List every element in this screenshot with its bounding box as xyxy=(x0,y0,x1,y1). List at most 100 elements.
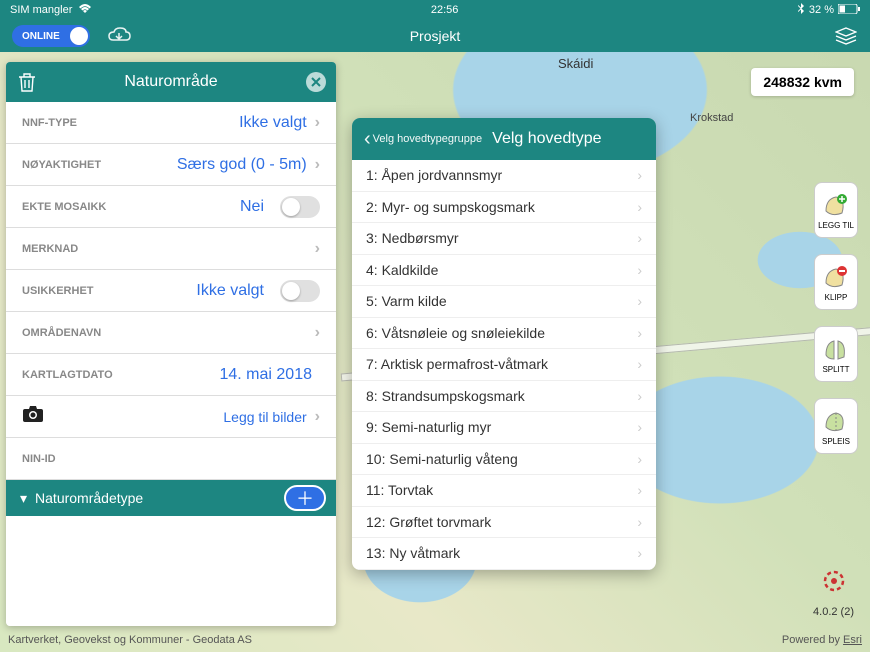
section-naturomradetype[interactable]: ▾ Naturområdetype ＋ xyxy=(6,480,336,516)
row-value: Legg til bilder xyxy=(223,409,306,425)
chevron-down-icon: ▾ xyxy=(20,490,27,507)
chevron-right-icon: › xyxy=(637,293,642,309)
row-nin-id[interactable]: NIN-ID xyxy=(6,438,336,480)
row-value: Ikke valgt xyxy=(239,114,307,132)
row-nnf-type[interactable]: NNF-TYPE Ikke valgt › xyxy=(6,102,336,144)
picker-back-label: Velg hovedtypegruppe xyxy=(373,133,482,145)
picker-item[interactable]: 11: Torvtak› xyxy=(352,475,656,507)
camera-icon xyxy=(22,405,44,428)
tool-label: SPLITT xyxy=(822,365,849,374)
cloud-download-button[interactable] xyxy=(104,24,134,48)
picker-back-button[interactable]: ‹ Velg hovedtypegruppe xyxy=(364,129,482,149)
picker-item-label: 3: Nedbørsmyr xyxy=(366,230,459,246)
picker-item[interactable]: 5: Varm kilde › xyxy=(352,286,656,318)
picker-list[interactable]: 1: Åpen jordvannsmyr›2: Myr- og sumpskog… xyxy=(352,160,656,570)
row-label: NNF-TYPE xyxy=(22,117,77,129)
picker-item[interactable]: 7: Arktisk permafrost-våtmark› xyxy=(352,349,656,381)
add-type-button[interactable]: ＋ xyxy=(284,485,326,511)
row-usikkerhet[interactable]: USIKKERHET Ikke valgt xyxy=(6,270,336,312)
picker-item[interactable]: 4: Kaldkilde › xyxy=(352,255,656,287)
picker-item[interactable]: 8: Strandsumpskogsmark› xyxy=(352,381,656,413)
picker-item-label: 6: Våtsnøleie og snøleiekilde xyxy=(366,325,545,341)
row-merknad[interactable]: MERKNAD › xyxy=(6,228,336,270)
tool-label: SPLEIS xyxy=(822,437,850,446)
toggle-knob xyxy=(70,27,88,45)
close-icon[interactable] xyxy=(306,72,326,92)
row-label: MERKNAD xyxy=(22,243,78,255)
row-noyaktighet[interactable]: NØYAKTIGHET Særs god (0 - 5m) › xyxy=(6,144,336,186)
esri-link[interactable]: Esri xyxy=(843,634,862,646)
tool-label: LEGG TIL xyxy=(818,221,854,230)
picker-item[interactable]: 6: Våtsnøleie og snøleiekilde› xyxy=(352,318,656,350)
version-text: 4.0.2 (2) xyxy=(813,606,854,618)
chevron-right-icon: › xyxy=(637,451,642,467)
chevron-right-icon: › xyxy=(637,388,642,404)
picker-item-label: 4: Kaldkilde xyxy=(366,262,438,278)
polygon-add-icon xyxy=(822,191,850,219)
delete-icon[interactable] xyxy=(18,72,36,97)
chevron-right-icon: › xyxy=(637,514,642,530)
picker-item[interactable]: 3: Nedbørsmyr› xyxy=(352,223,656,255)
row-value: Nei xyxy=(240,198,264,216)
row-label: USIKKERHET xyxy=(22,285,94,297)
map-label-krokstad: Krokstad xyxy=(690,112,733,124)
top-toolbar: ONLINE Prosjekt xyxy=(0,20,870,52)
picker-title: Velg hovedtype xyxy=(492,130,601,148)
chevron-right-icon: › xyxy=(637,199,642,215)
tool-merge-button[interactable]: SPLEIS xyxy=(814,398,858,454)
type-picker: ‹ Velg hovedtypegruppe Velg hovedtype 1:… xyxy=(352,118,656,570)
tool-split-button[interactable]: SPLITT xyxy=(814,326,858,382)
polygon-split-icon xyxy=(822,335,850,363)
chevron-right-icon: › xyxy=(637,262,642,278)
picker-item[interactable]: 10: Semi-naturlig våteng › xyxy=(352,444,656,476)
chevron-right-icon: › xyxy=(315,114,320,132)
clock: 22:56 xyxy=(431,4,459,16)
picker-item[interactable]: 2: Myr- og sumpskogsmark › xyxy=(352,192,656,224)
chevron-right-icon: › xyxy=(315,156,320,174)
picker-item-label: 10: Semi-naturlig våteng xyxy=(366,451,518,467)
row-omradenavn[interactable]: OMRÅDENAVN › xyxy=(6,312,336,354)
project-title[interactable]: Prosjekt xyxy=(410,28,461,44)
area-badge: 248832 kvm xyxy=(751,68,854,96)
layers-button[interactable] xyxy=(834,24,858,48)
picker-item[interactable]: 12: Grøftet torvmark › xyxy=(352,507,656,539)
tool-clip-button[interactable]: KLIPP xyxy=(814,254,858,310)
map-label-skaidi: Skáidi xyxy=(558,56,593,71)
row-kartlagtdato[interactable]: KARTLAGTDATO 14. mai 2018 xyxy=(6,354,336,396)
row-ekte-mosaikk[interactable]: EKTE MOSAIKK Nei xyxy=(6,186,336,228)
row-label: NIN-ID xyxy=(22,453,56,465)
picker-item-label: 2: Myr- og sumpskogsmark xyxy=(366,199,535,215)
picker-header: ‹ Velg hovedtypegruppe Velg hovedtype xyxy=(352,118,656,160)
toggle-off[interactable] xyxy=(280,280,320,302)
chevron-right-icon: › xyxy=(637,545,642,561)
section-title: Naturområdetype xyxy=(35,490,143,506)
right-tools: LEGG TIL KLIPP SPLITT SPLEIS xyxy=(814,182,858,454)
chevron-right-icon: › xyxy=(315,408,320,426)
chevron-right-icon: › xyxy=(637,419,642,435)
picker-item-label: 12: Grøftet torvmark xyxy=(366,514,491,530)
powered-by: Powered by Esri xyxy=(782,634,862,646)
picker-item[interactable]: 9: Semi-naturlig myr › xyxy=(352,412,656,444)
toggle-off[interactable] xyxy=(280,196,320,218)
row-add-photos[interactable]: Legg til bilder › xyxy=(6,396,336,438)
online-toggle[interactable]: ONLINE xyxy=(12,25,90,47)
picker-item-label: 13: Ny våtmark xyxy=(366,545,460,561)
chevron-right-icon: › xyxy=(637,167,642,183)
row-label: NØYAKTIGHET xyxy=(22,159,101,171)
gps-icon[interactable] xyxy=(822,569,846,598)
picker-item-label: 5: Varm kilde xyxy=(366,293,447,309)
row-value: Særs god (0 - 5m) xyxy=(177,156,307,174)
wifi-icon xyxy=(78,4,92,17)
attribution-text: Kartverket, Geovekst og Kommuner - Geoda… xyxy=(8,634,252,646)
picker-item[interactable]: 1: Åpen jordvannsmyr› xyxy=(352,160,656,192)
row-value: 14. mai 2018 xyxy=(219,366,312,384)
tool-add-button[interactable]: LEGG TIL xyxy=(814,182,858,238)
polygon-merge-icon xyxy=(822,407,850,435)
picker-item-label: 11: Torvtak xyxy=(366,482,433,498)
picker-item[interactable]: 13: Ny våtmark › xyxy=(352,538,656,570)
row-label: KARTLAGTDATO xyxy=(22,369,113,381)
picker-item-label: 9: Semi-naturlig myr xyxy=(366,419,491,435)
chevron-left-icon: ‹ xyxy=(364,129,371,149)
chevron-right-icon: › xyxy=(315,324,320,342)
tool-label: KLIPP xyxy=(825,293,848,302)
